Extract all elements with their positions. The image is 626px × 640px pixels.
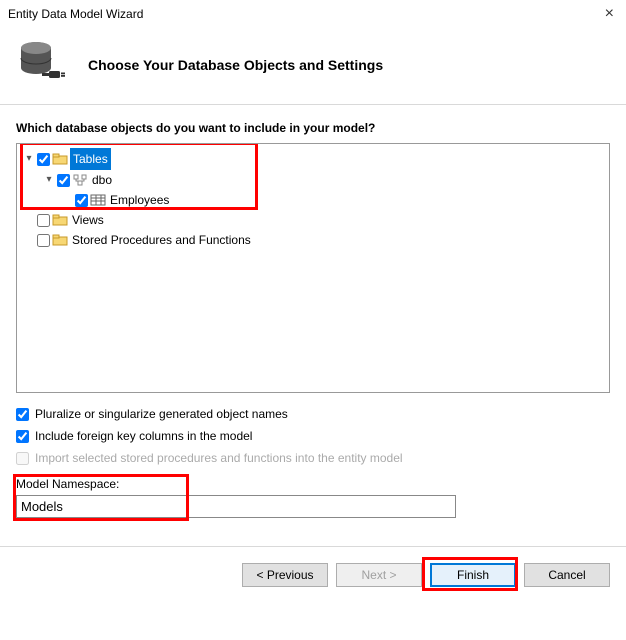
- table-icon: [90, 193, 106, 207]
- namespace-input[interactable]: [16, 495, 456, 518]
- tree-node-views[interactable]: Views: [21, 210, 605, 230]
- wizard-footer: < Previous Next > Finish Cancel: [0, 547, 626, 603]
- checkbox-sprocs[interactable]: [37, 234, 50, 247]
- checkbox-tables[interactable]: [37, 153, 50, 166]
- wizard-step-title: Choose Your Database Objects and Setting…: [88, 57, 383, 73]
- previous-button[interactable]: < Previous: [242, 563, 328, 587]
- option-pluralize-label: Pluralize or singularize generated objec…: [35, 407, 288, 421]
- window-title: Entity Data Model Wizard: [8, 7, 143, 21]
- checkbox-import-sprocs: [16, 452, 29, 465]
- tree-node-dbo[interactable]: ▾ dbo: [21, 170, 605, 190]
- folder-icon: [52, 152, 68, 166]
- close-icon[interactable]: ×: [601, 6, 618, 22]
- tree-node-tables[interactable]: ▾ Tables: [21, 148, 605, 170]
- checkbox-pluralize[interactable]: [16, 408, 29, 421]
- wizard-content: Which database objects do you want to in…: [0, 105, 626, 528]
- option-foreignkeys-label: Include foreign key columns in the model: [35, 429, 252, 443]
- cancel-button[interactable]: Cancel: [524, 563, 610, 587]
- option-foreignkeys[interactable]: Include foreign key columns in the model: [16, 425, 610, 447]
- option-import-sprocs-label: Import selected stored procedures and fu…: [35, 451, 403, 465]
- tree-label-employees: Employees: [108, 190, 171, 210]
- checkbox-views[interactable]: [37, 214, 50, 227]
- next-button: Next >: [336, 563, 422, 587]
- folder-icon: [52, 213, 68, 227]
- namespace-label: Model Namespace:: [16, 477, 610, 491]
- prompt-text: Which database objects do you want to in…: [16, 121, 610, 135]
- titlebar: Entity Data Model Wizard ×: [0, 0, 626, 28]
- wizard-header: Choose Your Database Objects and Setting…: [0, 28, 626, 105]
- chevron-down-icon[interactable]: ▾: [23, 149, 35, 169]
- objects-tree[interactable]: ▾ Tables ▾: [16, 143, 610, 393]
- tree-label-views: Views: [70, 210, 106, 230]
- tree-node-employees[interactable]: Employees: [21, 190, 605, 210]
- checkbox-employees[interactable]: [75, 194, 88, 207]
- checkbox-foreignkeys[interactable]: [16, 430, 29, 443]
- chevron-down-icon[interactable]: ▾: [43, 170, 55, 190]
- schema-icon: [72, 173, 88, 187]
- tree-node-sprocs[interactable]: Stored Procedures and Functions: [21, 230, 605, 250]
- options-group: Pluralize or singularize generated objec…: [16, 403, 610, 469]
- option-pluralize[interactable]: Pluralize or singularize generated objec…: [16, 403, 610, 425]
- namespace-block: Model Namespace:: [16, 477, 610, 518]
- database-icon: [16, 36, 70, 90]
- folder-icon: [52, 233, 68, 247]
- tree-label-tables: Tables: [70, 148, 111, 170]
- option-import-sprocs: Import selected stored procedures and fu…: [16, 447, 610, 469]
- checkbox-dbo[interactable]: [57, 174, 70, 187]
- tree-label-dbo: dbo: [90, 170, 114, 190]
- finish-button[interactable]: Finish: [430, 563, 516, 587]
- tree-label-sprocs: Stored Procedures and Functions: [70, 230, 253, 250]
